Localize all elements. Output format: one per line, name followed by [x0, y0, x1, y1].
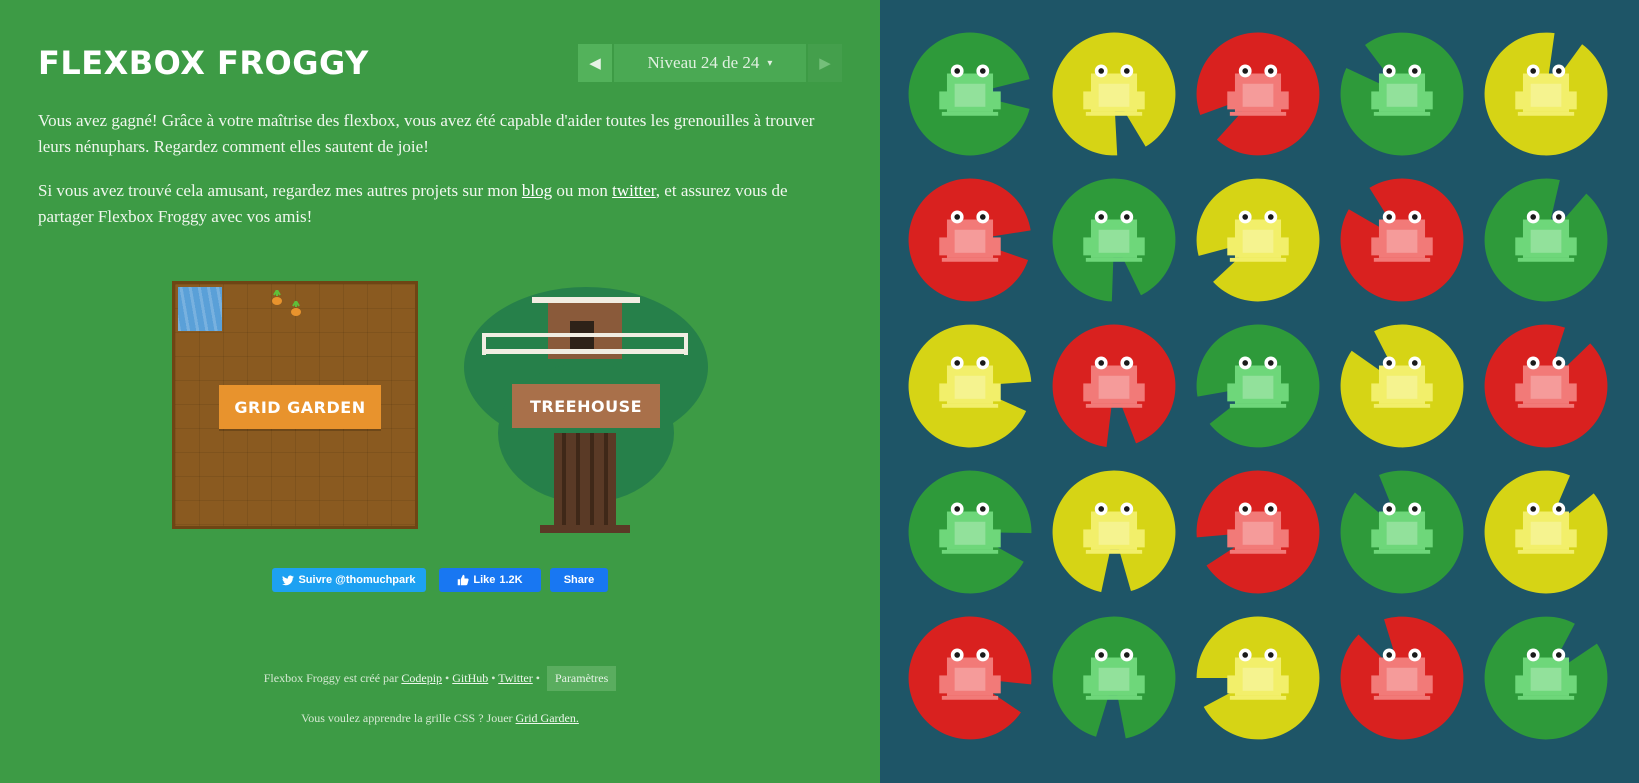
grid-garden-promo[interactable]: GRID GARDEN — [172, 281, 418, 529]
lily-pad-green — [1482, 614, 1610, 742]
lily-pad-yellow — [1050, 30, 1178, 158]
level-indicator-label: Niveau 24 de 24 — [647, 53, 760, 72]
treehouse-promo[interactable]: TREEHOUSE — [462, 283, 710, 537]
footer-grid-garden: Vous voulez apprendre la grille CSS ? Jo… — [0, 711, 880, 726]
twitter-link[interactable]: twitter — [612, 181, 656, 200]
grid-garden-button[interactable]: GRID GARDEN — [219, 385, 381, 429]
settings-button[interactable]: Paramètres — [546, 666, 617, 691]
lily-pad-red — [1194, 30, 1322, 158]
treehouse-button[interactable]: TREEHOUSE — [512, 384, 660, 428]
twitter-follow-button[interactable]: Suivre @thomuchpark — [272, 568, 426, 592]
credit-text: Flexbox Froggy est créé par — [263, 671, 399, 685]
share-message-text-2: ou mon — [552, 181, 613, 200]
twitter-bird-icon — [282, 575, 295, 585]
twitter-follow-label: Suivre @thomuchpark — [298, 574, 416, 586]
game-panel: FLEXBOX FROGGY ◀ Niveau 24 de 24 ▾ ▶ Vou… — [0, 0, 880, 783]
lily-pad-yellow — [1050, 468, 1178, 596]
like-count: 1.2K — [499, 574, 523, 586]
level-navigation: ◀ Niveau 24 de 24 ▾ ▶ — [578, 44, 842, 82]
lily-pad-green — [1338, 30, 1466, 158]
lily-pad-green — [1050, 614, 1178, 742]
lily-pad-green — [1338, 468, 1466, 596]
separator: • — [445, 671, 450, 685]
github-link[interactable]: GitHub — [452, 671, 488, 685]
lily-pad-yellow — [1194, 614, 1322, 742]
codepip-link[interactable]: Codepip — [401, 671, 442, 685]
grid-garden-prompt: Vous voulez apprendre la grille CSS ? Jo… — [301, 711, 513, 725]
share-message: Si vous avez trouvé cela amusant, regard… — [38, 178, 818, 230]
lily-pad-red — [906, 614, 1034, 742]
win-message: Vous avez gagné! Grâce à votre maîtrise … — [38, 111, 815, 156]
lily-pad-red — [1050, 322, 1178, 450]
like-label: Like — [473, 574, 496, 586]
lily-pad-red — [1482, 322, 1610, 450]
grid-garden-link[interactable]: Grid Garden. — [516, 711, 579, 725]
water-tile — [178, 287, 222, 331]
blog-link[interactable]: blog — [522, 181, 552, 200]
separator: • — [535, 671, 540, 685]
lily-pad-red — [1338, 614, 1466, 742]
facebook-share-button[interactable]: Share — [550, 568, 608, 592]
next-level-button[interactable]: ▶ — [808, 44, 842, 82]
share-message-text-1: Si vous avez trouvé cela amusant, regard… — [38, 181, 522, 200]
lily-pad-green — [1050, 176, 1178, 304]
lily-pad-red — [1194, 468, 1322, 596]
previous-level-button[interactable]: ◀ — [578, 44, 612, 82]
facebook-like-button[interactable]: Like 1.2K — [439, 568, 541, 592]
lily-pad-green — [906, 30, 1034, 158]
lily-pad-green — [1194, 322, 1322, 450]
lily-pad-green — [906, 468, 1034, 596]
footer-twitter-link[interactable]: Twitter — [498, 671, 532, 685]
pond-board — [880, 0, 1639, 783]
lily-pad-red — [1338, 176, 1466, 304]
game-title: FLEXBOX FROGGY — [38, 44, 369, 82]
lily-pad-yellow — [1194, 176, 1322, 304]
lily-pad-yellow — [1482, 30, 1610, 158]
thumbs-up-icon — [458, 574, 469, 586]
lily-pad-green — [1482, 176, 1610, 304]
lily-pad-yellow — [1482, 468, 1610, 596]
lily-pad-red — [906, 176, 1034, 304]
lily-pad-yellow — [1338, 322, 1466, 450]
carrot-icon — [270, 290, 284, 305]
carrot-icon — [289, 301, 303, 316]
separator: • — [491, 671, 496, 685]
level-indicator-dropdown[interactable]: Niveau 24 de 24 ▾ — [614, 44, 806, 82]
caret-down-icon: ▾ — [767, 57, 773, 69]
footer-credits: Flexbox Froggy est créé par Codepip • Gi… — [0, 666, 880, 691]
lily-pad-yellow — [906, 322, 1034, 450]
